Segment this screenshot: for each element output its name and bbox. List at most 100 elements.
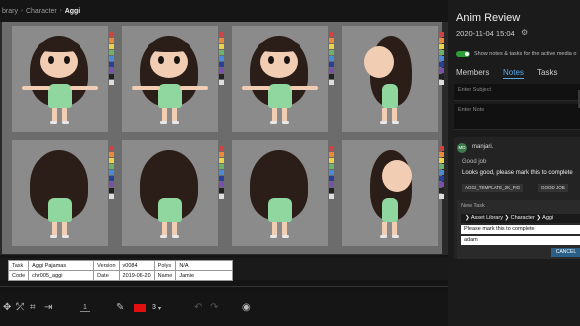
pencil-icon[interactable]: ✎ xyxy=(116,302,124,313)
note-input[interactable]: Enter Note xyxy=(454,104,580,130)
task-description-input[interactable]: Please mark this to complete xyxy=(461,225,580,234)
turnaround-panel xyxy=(12,26,108,132)
tab-members[interactable]: Members xyxy=(456,68,489,77)
character-bangs xyxy=(148,40,190,52)
toggle-label: Show notes & tasks for the active media … xyxy=(474,51,577,57)
color-swatch xyxy=(329,50,334,55)
draw-color-swatch[interactable] xyxy=(134,304,146,312)
gear-icon[interactable]: ⚙ xyxy=(521,28,528,37)
color-swatch xyxy=(109,152,114,157)
color-swatch xyxy=(219,164,224,169)
color-swatch xyxy=(219,170,224,175)
color-swatch xyxy=(329,194,334,199)
color-swatch xyxy=(109,194,114,199)
color-swatch xyxy=(219,56,224,61)
character-shoe xyxy=(392,235,399,238)
turnaround-panel xyxy=(122,140,218,246)
breadcrumb-character[interactable]: Character xyxy=(26,8,57,15)
character-shoe xyxy=(392,121,399,124)
task-assignee-input[interactable]: adam xyxy=(461,236,580,245)
color-swatch xyxy=(219,182,224,187)
character-arm xyxy=(70,86,98,90)
turnaround-panel xyxy=(342,140,438,246)
character-leg xyxy=(272,222,277,236)
tab-notes[interactable]: Notes xyxy=(503,68,524,79)
color-swatch xyxy=(219,80,224,85)
undo-icon[interactable]: ↶ xyxy=(194,302,202,313)
table-cell: Polys xyxy=(153,260,177,271)
tab-tasks[interactable]: Tasks xyxy=(537,68,557,77)
breadcrumb-library[interactable]: brary xyxy=(2,8,18,15)
character-leg xyxy=(172,222,177,236)
next-frame-icon[interactable]: ⇥ xyxy=(44,302,52,313)
character-eye xyxy=(174,56,180,64)
note-card: MD manjari. Good job Looks good, please … xyxy=(454,137,580,259)
table-cell: v0084 xyxy=(118,260,155,271)
media-viewer[interactable] xyxy=(0,22,448,255)
color-swatches xyxy=(329,146,335,200)
task-path[interactable]: ❯ Asset Library ❯ Character ❯ Aggi xyxy=(461,214,580,223)
character-dress xyxy=(158,198,182,222)
breadcrumb: brary › Character › Aggi xyxy=(0,0,448,22)
color-swatch xyxy=(109,62,114,67)
new-task-title: New Task xyxy=(461,203,485,209)
color-swatch xyxy=(329,44,334,49)
chevron-right-icon: ❯ xyxy=(504,215,510,221)
attachment-chip[interactable]: GOOD JOB xyxy=(538,184,568,192)
crop-icon[interactable]: ⌗ xyxy=(30,302,36,313)
table-cell: Code xyxy=(7,270,30,281)
chevron-right-icon: › xyxy=(59,8,62,14)
timeline-scrubber[interactable] xyxy=(0,286,448,287)
table-cell: Task xyxy=(7,260,30,271)
pan-icon[interactable]: ✥ xyxy=(3,302,11,313)
character-leg xyxy=(162,108,167,122)
color-swatch xyxy=(109,50,114,55)
table-cell: chr005_aggi xyxy=(28,270,95,281)
color-swatch xyxy=(329,164,334,169)
eye-icon[interactable]: ◉ xyxy=(242,302,251,313)
panel-title: Anim Review xyxy=(456,12,521,24)
color-swatch xyxy=(109,38,114,43)
avatar: MD xyxy=(457,143,467,153)
frame-number[interactable]: 1 xyxy=(80,304,90,312)
character-leg xyxy=(382,222,387,236)
chevron-down-icon[interactable]: ▾ xyxy=(158,305,161,312)
attachment-chip[interactable]: AGGI_TEMPLATE_2K_FIG xyxy=(462,184,524,192)
review-date: 2020-11-04 15:04 xyxy=(456,29,515,38)
new-task-form: New Task ❯ Asset Library ❯ Character ❯ A… xyxy=(457,200,580,259)
transform-icon[interactable]: ⤱ xyxy=(16,302,24,313)
color-swatch xyxy=(109,176,114,181)
color-swatch xyxy=(329,170,334,175)
character-leg xyxy=(392,222,397,236)
character-arm xyxy=(22,86,50,90)
color-swatch xyxy=(109,44,114,49)
character-shoe xyxy=(160,121,167,124)
table-cell: Name xyxy=(153,270,177,281)
character-arm xyxy=(242,86,270,90)
task-path-item: Aggi xyxy=(542,215,554,221)
color-swatch xyxy=(109,146,114,151)
cancel-button[interactable]: CANCEL xyxy=(551,248,580,257)
version-info-bar: Task Aggi Pajamas Version v0084 Polys N/… xyxy=(0,258,448,281)
character-leg xyxy=(282,108,287,122)
color-swatch xyxy=(439,176,444,181)
turnaround-panel xyxy=(232,140,328,246)
color-swatch xyxy=(109,158,114,163)
character-dress xyxy=(268,84,292,108)
color-swatch xyxy=(439,74,444,79)
task-path-item: Character xyxy=(510,215,535,221)
subject-input[interactable]: Enter Subject xyxy=(454,84,580,101)
breadcrumb-current: Aggi xyxy=(64,7,81,15)
character-leg xyxy=(172,108,177,122)
color-swatch xyxy=(439,194,444,199)
table-cell: Date xyxy=(93,270,120,281)
show-notes-toggle[interactable] xyxy=(456,51,470,57)
review-toolbar: ✥ ⤱ ⌗ ⇥ 1 ✎ 3 ▾ ↶ ↷ ◉ xyxy=(0,294,448,326)
color-swatch xyxy=(439,188,444,193)
brush-size[interactable]: 3 xyxy=(152,304,156,311)
color-swatches xyxy=(109,32,115,86)
color-swatch xyxy=(109,56,114,61)
table-cell: N/A xyxy=(175,260,234,271)
redo-icon[interactable]: ↷ xyxy=(210,302,218,313)
color-swatch xyxy=(109,170,114,175)
